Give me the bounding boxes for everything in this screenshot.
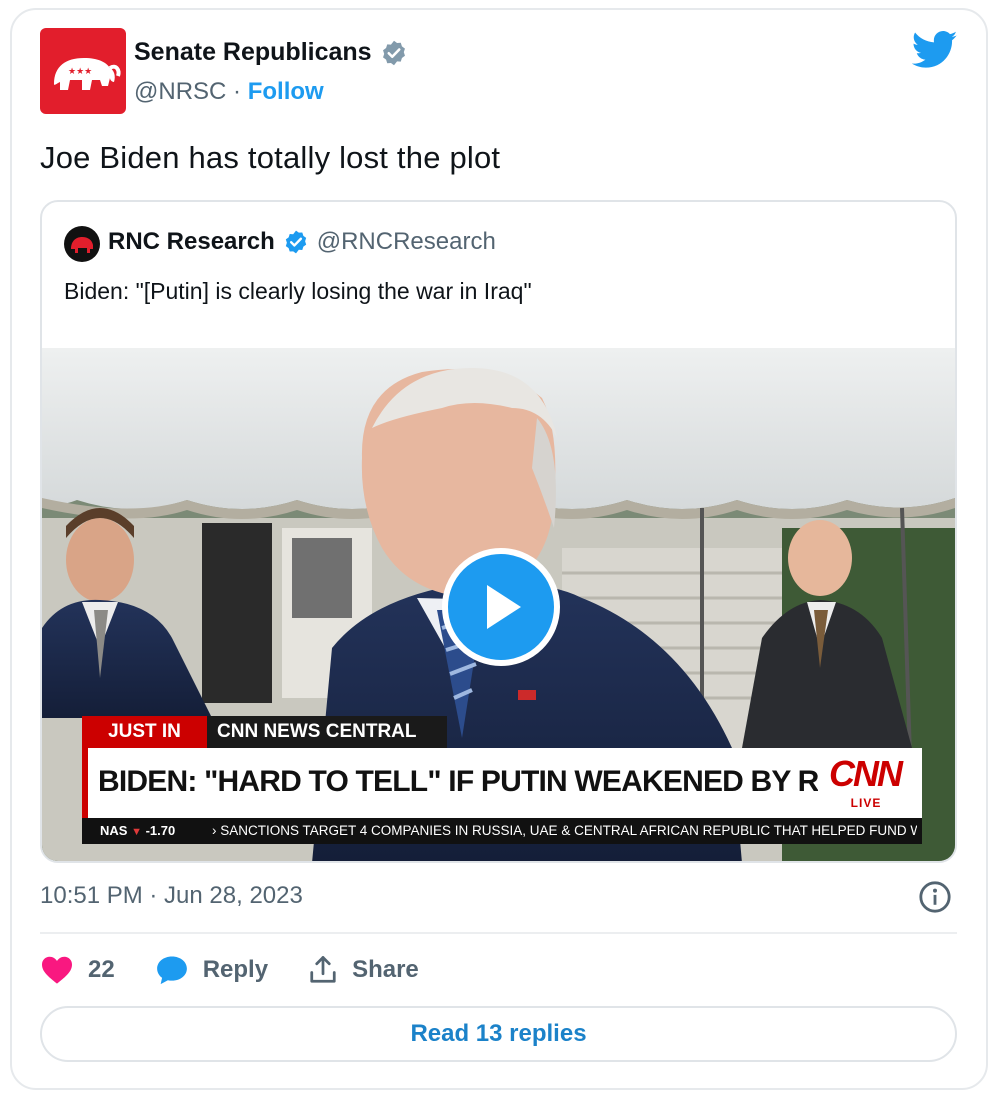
- twitter-bird-icon[interactable]: [912, 30, 958, 70]
- read-replies-button[interactable]: Read 13 replies: [40, 1006, 957, 1062]
- separator-dot: ·: [233, 78, 242, 105]
- info-icon[interactable]: [918, 880, 952, 914]
- heart-icon: [42, 956, 72, 984]
- quoted-author-avatar[interactable]: [64, 226, 100, 262]
- quoted-author-name[interactable]: RNC Research: [108, 228, 275, 256]
- ticker-text: › SANCTIONS TARGET 4 COMPANIES IN RUSSIA…: [212, 823, 917, 838]
- verified-badge-icon: [382, 40, 405, 65]
- program-label: CNN NEWS CENTRAL: [217, 721, 417, 742]
- share-icon: [310, 956, 336, 983]
- ticker-value: -1.70: [145, 823, 176, 838]
- play-icon: [487, 585, 521, 629]
- live-label: LIVE: [850, 796, 882, 810]
- like-button[interactable]: 22: [40, 955, 115, 985]
- svg-text:★★★: ★★★: [68, 67, 92, 77]
- quoted-author: RNC Research @RNCResearch: [108, 228, 496, 256]
- play-button[interactable]: [442, 548, 560, 666]
- follow-button[interactable]: Follow: [248, 78, 324, 105]
- divider: [40, 932, 957, 934]
- tweet-text: Joe Biden has totally lost the plot: [40, 140, 501, 175]
- quoted-author-handle[interactable]: @RNCResearch: [317, 228, 496, 256]
- quoted-tweet-text: Biden: "[Putin] is clearly losing the wa…: [64, 278, 532, 304]
- author-name[interactable]: Senate Republicans: [134, 38, 408, 67]
- ticker-symbol-name: NAS: [100, 823, 128, 838]
- reply-bubble-icon: [156, 956, 187, 985]
- quoted-tweet[interactable]: RNC Research @RNCResearch Biden: "[Putin…: [40, 200, 957, 863]
- reply-label: Reply: [202, 956, 269, 983]
- author-avatar[interactable]: ★★★: [40, 28, 126, 114]
- author-handle-row: @NRSC · Follow: [134, 78, 324, 106]
- tweet-timestamp[interactable]: 10:51 PM · Jun 28, 2023: [40, 882, 303, 910]
- ticker-symbol: NAS ▼ -1.70: [100, 818, 175, 844]
- cnn-logo: CNN: [829, 753, 903, 794]
- just-in-label: JUST IN: [108, 721, 181, 742]
- action-bar: 22 Reply Share: [40, 950, 459, 990]
- share-label: Share: [352, 956, 419, 983]
- elephant-logo-icon: [71, 237, 93, 253]
- share-button[interactable]: Share: [308, 955, 419, 985]
- reply-button[interactable]: Reply: [155, 954, 268, 986]
- cnn-headline: BIDEN: "HARD TO TELL" IF PUTIN WEAKENED …: [98, 765, 818, 798]
- verified-badge-icon: [285, 230, 306, 254]
- elephant-logo-icon: ★★★: [54, 58, 121, 90]
- down-arrow-icon: ▼: [131, 826, 142, 838]
- video-player[interactable]: JUST IN CNN NEWS CENTRAL BIDEN: "HARD TO…: [42, 348, 955, 861]
- author-name-text[interactable]: Senate Republicans: [134, 38, 372, 67]
- like-count: 22: [88, 956, 115, 983]
- author-handle[interactable]: @NRSC: [134, 78, 226, 105]
